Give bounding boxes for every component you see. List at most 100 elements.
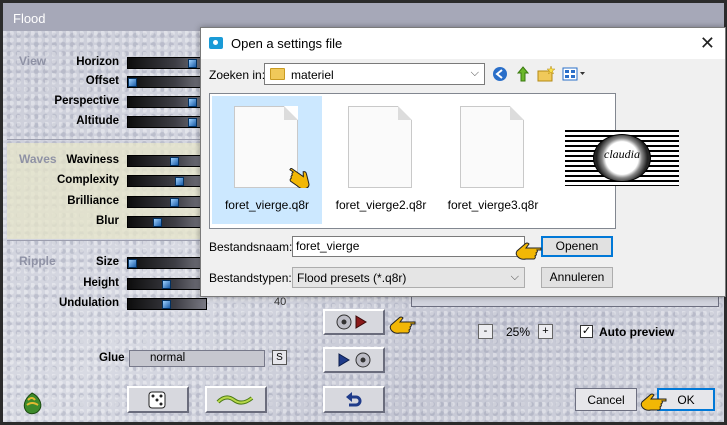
glue-value: normal bbox=[150, 352, 186, 364]
blur-slider[interactable] bbox=[127, 216, 207, 228]
flood-title: Flood bbox=[13, 11, 46, 26]
filename-input[interactable]: foret_vierge bbox=[292, 236, 525, 257]
chevron-down-icon: ⌵ bbox=[470, 67, 479, 79]
view-grid-icon bbox=[562, 67, 585, 81]
slider-thumb[interactable] bbox=[188, 59, 197, 68]
cancel-button[interactable]: Cancel bbox=[575, 388, 637, 411]
pointing-hand-icon bbox=[389, 316, 416, 334]
open-settings-dialog: Open a settings file ✕ Zoeken in: materi… bbox=[200, 27, 726, 297]
load-preset-button[interactable] bbox=[323, 309, 385, 335]
file-item[interactable]: foret_vierge2.q8r bbox=[326, 96, 436, 224]
dialog-title-bar: Open a settings file ✕ bbox=[201, 28, 725, 59]
flood-logo-icon bbox=[23, 392, 42, 415]
auto-preview-checkbox[interactable]: ✓ bbox=[580, 325, 593, 338]
param-label-perspective: Perspective bbox=[54, 95, 119, 107]
complexity-slider[interactable] bbox=[127, 175, 207, 187]
dialog-title: Open a settings file bbox=[231, 36, 343, 51]
slider-thumb[interactable] bbox=[175, 177, 184, 186]
param-label-horizon: Horizon bbox=[76, 56, 119, 68]
dialog-cancel-button[interactable]: Annuleren bbox=[541, 267, 613, 288]
param-label-height: Height bbox=[83, 277, 119, 289]
undulation-slider[interactable] bbox=[127, 298, 207, 310]
up-folder-button[interactable] bbox=[514, 65, 532, 83]
new-folder-button[interactable] bbox=[537, 65, 555, 83]
filetype-select[interactable]: Flood presets (*.q8r) ⌵ bbox=[292, 267, 525, 288]
file-name: foret_vierge.q8r bbox=[224, 198, 310, 212]
size-slider[interactable] bbox=[127, 257, 207, 269]
folder-icon bbox=[270, 68, 285, 80]
new-folder-icon bbox=[537, 66, 555, 82]
slider-thumb[interactable] bbox=[188, 98, 197, 107]
height-slider[interactable] bbox=[127, 278, 207, 290]
horizon-slider[interactable] bbox=[127, 57, 207, 69]
param-label-waviness: Waviness bbox=[66, 154, 119, 166]
filename-value: foret_vierge bbox=[296, 239, 360, 253]
slider-thumb[interactable] bbox=[128, 78, 137, 87]
file-item[interactable]: foret_vierge.q8r bbox=[212, 96, 322, 224]
up-folder-icon bbox=[516, 66, 530, 82]
slider-thumb[interactable] bbox=[128, 259, 137, 268]
back-arrow-icon bbox=[493, 67, 507, 81]
open-button[interactable]: Openen bbox=[541, 236, 613, 257]
offset-slider[interactable] bbox=[127, 76, 207, 88]
back-button[interactable] bbox=[491, 65, 509, 83]
param-label-brilliance: Brilliance bbox=[67, 195, 119, 207]
zoom-value: 25% bbox=[506, 325, 531, 339]
pointing-hand-icon bbox=[289, 168, 310, 188]
zoom-out-button[interactable]: - bbox=[478, 324, 493, 339]
dice-icon bbox=[148, 391, 166, 408]
slider-thumb[interactable] bbox=[162, 280, 171, 289]
glue-label: Glue bbox=[99, 352, 125, 364]
glue-s-button[interactable]: S bbox=[272, 350, 287, 365]
file-item[interactable]: foret_vierge3.q8r bbox=[438, 96, 548, 224]
auto-preview-label: Auto preview bbox=[599, 325, 675, 339]
reset-button[interactable] bbox=[323, 386, 385, 413]
filetype-label: Bestandstypen: bbox=[209, 271, 292, 285]
slider-thumb[interactable] bbox=[170, 157, 179, 166]
waviness-slider[interactable] bbox=[127, 155, 207, 167]
param-label-offset: Offset bbox=[85, 75, 119, 87]
param-label-blur: Blur bbox=[96, 215, 119, 227]
perspective-slider[interactable] bbox=[127, 96, 207, 108]
param-label-undulation: Undulation bbox=[58, 297, 119, 309]
dialog-cancel-label: Annuleren bbox=[549, 270, 605, 284]
param-label-altitude: Altitude bbox=[76, 115, 119, 127]
wave-icon bbox=[216, 394, 254, 405]
altitude-slider[interactable] bbox=[127, 116, 207, 128]
brilliance-slider[interactable] bbox=[127, 196, 207, 208]
filetype-value: Flood presets (*.q8r) bbox=[297, 271, 407, 285]
glue-s-label: S bbox=[276, 352, 283, 363]
wave-button[interactable] bbox=[205, 386, 267, 413]
slider-thumb[interactable] bbox=[188, 118, 197, 127]
ok-label: OK bbox=[677, 392, 695, 407]
param-label-complexity: Complexity bbox=[57, 174, 119, 186]
chevron-down-icon: ⌵ bbox=[510, 271, 519, 283]
slider-thumb[interactable] bbox=[162, 300, 171, 309]
filename-label: Bestandsnaam: bbox=[209, 240, 293, 254]
zoom-in-button[interactable]: + bbox=[538, 324, 553, 339]
separator bbox=[7, 240, 207, 241]
file-icon bbox=[460, 106, 524, 188]
glue-select[interactable]: normal bbox=[129, 350, 265, 367]
checkmark-icon: ✓ bbox=[581, 325, 592, 337]
look-in-value: materiel bbox=[291, 68, 334, 82]
thumbnail-text: claudia bbox=[604, 147, 640, 161]
file-list: foret_vierge.q8r foret_vierge2.q8r foret… bbox=[209, 93, 679, 229]
file-name: foret_vierge2.q8r bbox=[335, 198, 427, 212]
zoom-out-label: - bbox=[483, 325, 488, 337]
zoom-in-label: + bbox=[542, 325, 549, 337]
save-preset-button[interactable] bbox=[323, 347, 385, 373]
close-icon[interactable]: ✕ bbox=[700, 33, 715, 54]
view-menu-button[interactable] bbox=[561, 65, 587, 83]
look-in-select[interactable]: materiel ⌵ bbox=[264, 63, 485, 85]
look-in-label: Zoeken in: bbox=[209, 68, 266, 82]
load-preset-icon bbox=[336, 314, 367, 330]
random-button[interactable] bbox=[127, 386, 189, 413]
undo-icon bbox=[346, 391, 362, 406]
undulation-value: 40 bbox=[274, 296, 287, 308]
slider-thumb[interactable] bbox=[153, 218, 162, 227]
slider-thumb[interactable] bbox=[170, 198, 179, 207]
save-preset-icon bbox=[338, 352, 371, 368]
param-label-size: Size bbox=[95, 256, 119, 268]
open-label: Openen bbox=[555, 239, 599, 253]
